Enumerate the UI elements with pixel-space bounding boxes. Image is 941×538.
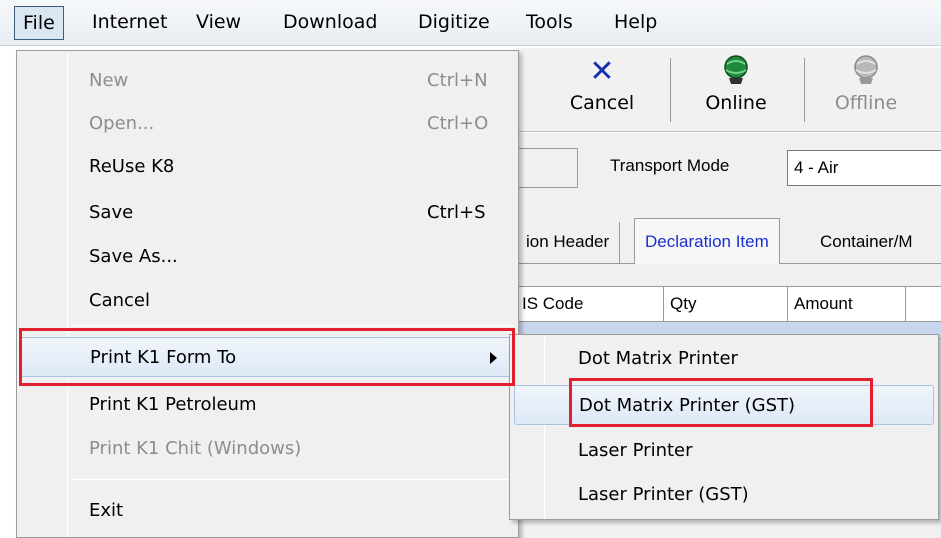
menu-item-label: Print K1 Petroleum — [89, 394, 257, 415]
menu-item-print-k1-petroleum[interactable]: Print K1 Petroleum — [19, 385, 516, 425]
menu-item-label: Exit — [89, 500, 124, 521]
submenu-item-label: Dot Matrix Printer — [578, 348, 738, 369]
menu-item-label: ReUse K8 — [89, 156, 175, 177]
offline-button[interactable]: Offline — [816, 54, 916, 128]
menu-item-new[interactable]: New Ctrl+N — [19, 61, 516, 101]
file-menu: New Ctrl+N Open... Ctrl+O ReUse K8 Save … — [16, 50, 519, 538]
online-button[interactable]: Online — [686, 54, 786, 128]
submenu-item-laser[interactable]: Laser Printer — [514, 431, 934, 471]
menu-file[interactable]: File — [14, 6, 64, 40]
menu-item-label: New — [89, 70, 129, 91]
column-qty[interactable]: Qty — [664, 287, 788, 321]
offline-label: Offline — [834, 92, 898, 114]
items-grid-header: IS Code Qty Amount — [516, 286, 941, 322]
tab-declaration-item[interactable]: Declaration Item — [634, 218, 780, 264]
menu-tools[interactable]: Tools — [526, 6, 573, 40]
column-amount[interactable]: Amount — [788, 287, 906, 321]
tab-declaration-header[interactable]: ion Header — [516, 222, 621, 264]
submenu-item-laser-gst[interactable]: Laser Printer (GST) — [514, 475, 934, 515]
menu-separator — [71, 325, 514, 326]
menu-item-shortcut: Ctrl+S — [427, 202, 486, 223]
menu-digitize[interactable]: Digitize — [418, 6, 490, 40]
globe-online-icon — [686, 54, 786, 90]
menu-item-print-k1-form-to[interactable]: Print K1 Form To — [19, 337, 516, 377]
menu-download[interactable]: Download — [283, 6, 377, 40]
menu-separator — [71, 479, 514, 480]
menu-item-label: Cancel — [89, 290, 150, 311]
tab-container[interactable]: Container/M — [810, 222, 923, 264]
transport-mode-label: Transport Mode — [610, 156, 730, 175]
menu-item-label: Open... — [89, 113, 155, 134]
submenu-item-dot-matrix[interactable]: Dot Matrix Printer — [514, 339, 934, 379]
submenu-item-label: Laser Printer — [578, 440, 693, 461]
menu-internet[interactable]: Internet — [92, 6, 167, 40]
menu-item-shortcut: Ctrl+N — [427, 70, 488, 91]
submenu-item-label: Dot Matrix Printer (GST) — [579, 395, 796, 416]
menu-view[interactable]: View — [196, 6, 241, 40]
submenu-arrow-icon — [490, 352, 497, 364]
menu-item-save[interactable]: Save Ctrl+S — [19, 193, 516, 233]
toolbar-separator — [670, 58, 671, 122]
transport-mode-select[interactable]: 4 - Air — [787, 150, 941, 186]
menu-item-reuse-k8[interactable]: ReUse K8 — [19, 147, 516, 187]
submenu-item-dot-matrix-gst[interactable]: Dot Matrix Printer (GST) — [514, 385, 934, 425]
menu-help[interactable]: Help — [614, 6, 657, 40]
globe-offline-icon — [816, 54, 916, 90]
menu-item-label: Print K1 Form To — [90, 347, 237, 368]
column-hs-code[interactable]: IS Code — [516, 287, 664, 321]
menu-item-cancel[interactable]: Cancel — [19, 281, 516, 321]
menu-bar: File Internet View Download Digitize Too… — [0, 0, 941, 46]
cancel-x-icon: ✕ — [589, 54, 615, 89]
toolbar-separator — [804, 58, 805, 122]
tab-strip: ion Header Declaration Item Container/M — [516, 218, 941, 264]
menu-item-open[interactable]: Open... Ctrl+O — [19, 104, 516, 144]
cancel-toolbar-button[interactable]: ✕ Cancel — [552, 54, 652, 128]
cancel-toolbar-label: Cancel — [569, 92, 635, 114]
menu-item-save-as[interactable]: Save As... — [19, 237, 516, 277]
menu-item-label: Save — [89, 202, 134, 223]
toolbar: ✕ Cancel Online Offline — [516, 48, 941, 132]
print-submenu: Dot Matrix Printer Dot Matrix Printer (G… — [509, 334, 939, 520]
menu-item-label: Save As... — [89, 246, 178, 267]
online-label: Online — [705, 92, 767, 114]
menu-item-label: Print K1 Chit (Windows) — [89, 438, 302, 459]
menu-item-shortcut: Ctrl+O — [427, 113, 489, 134]
readonly-field — [516, 148, 578, 188]
menu-item-exit[interactable]: Exit — [19, 491, 516, 531]
submenu-item-label: Laser Printer (GST) — [578, 484, 749, 505]
menu-item-print-k1-chit[interactable]: Print K1 Chit (Windows) — [19, 429, 516, 469]
